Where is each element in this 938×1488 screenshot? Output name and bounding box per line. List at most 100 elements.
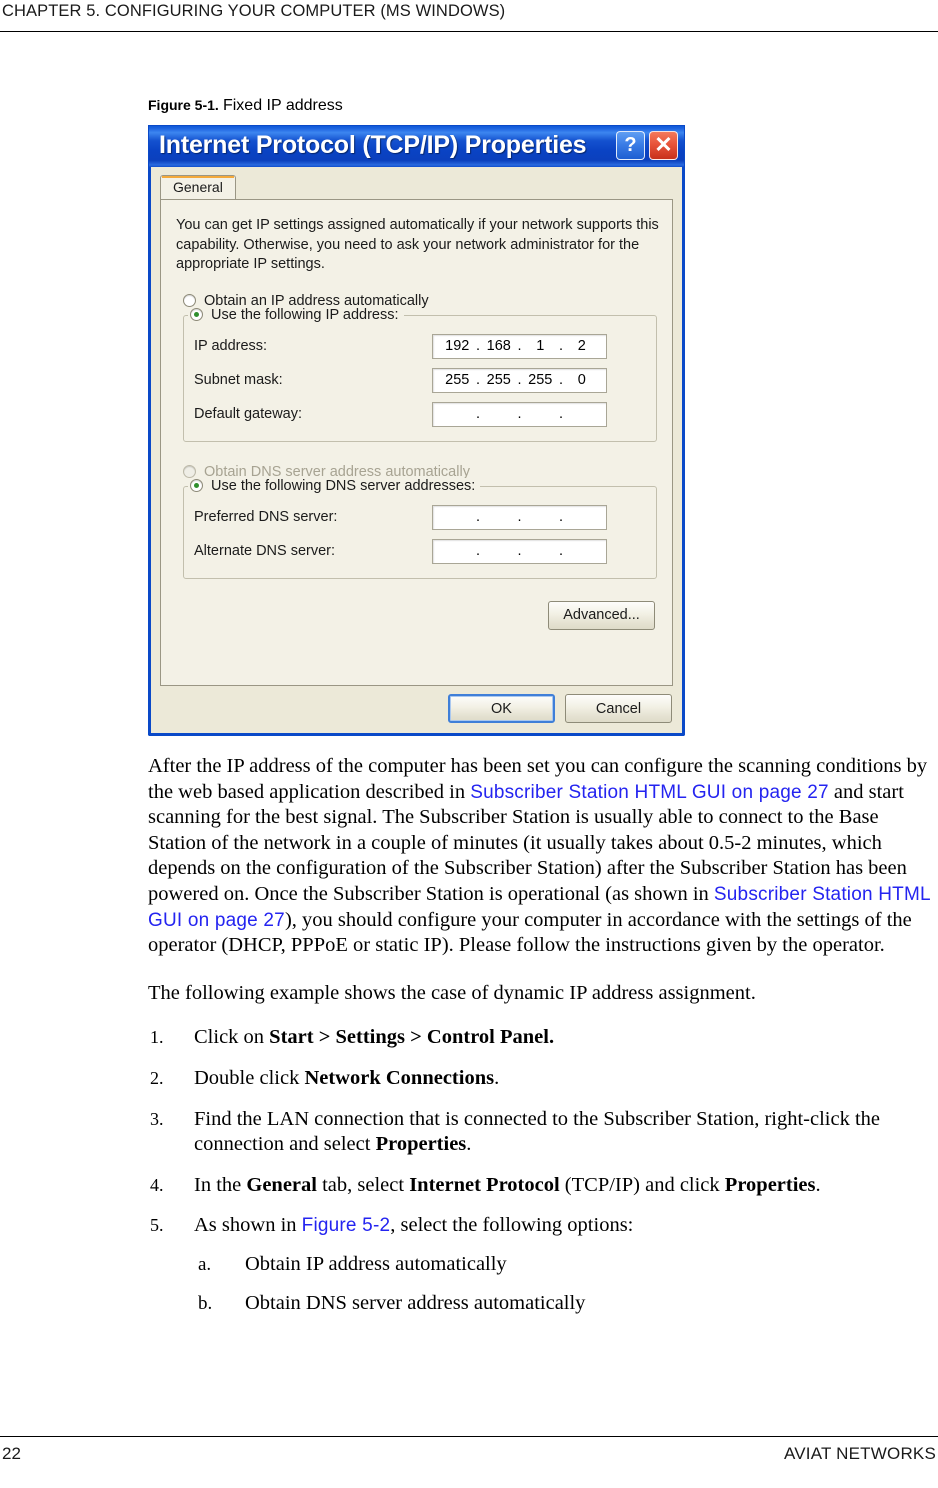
- figure-title: Fixed IP address: [222, 97, 343, 114]
- step-segment-bold: Internet Protocol: [409, 1173, 560, 1196]
- ip-separator: .: [517, 509, 522, 525]
- dialog-footer-buttons: OK Cancel: [448, 694, 672, 723]
- cancel-button-label: Cancel: [595, 700, 642, 717]
- substep-marker: a.: [198, 1253, 212, 1275]
- ip-separator: .: [475, 406, 481, 422]
- radio-button-disabled-icon: [183, 465, 196, 478]
- default-gateway-label: Default gateway:: [194, 406, 303, 422]
- list-item: 5. As shown in Figure 5-2, select the fo…: [148, 1213, 935, 1239]
- subnet-mask-input[interactable]: 255. 255. 255. 0: [432, 367, 607, 393]
- step-segment: Click on: [194, 1026, 270, 1049]
- page-content: Figure 5-1. Fixed IP address Internet Pr…: [148, 95, 935, 1329]
- group-use-following-dns: Use the following DNS server addresses: …: [183, 477, 657, 579]
- step-text: Double click Network Connections.: [194, 1067, 499, 1089]
- radio-use-following-dns-label: Use the following DNS server addresses:: [211, 477, 476, 494]
- radio-use-following-ip-label: Use the following IP address:: [211, 306, 399, 323]
- company-name: AVIAT NETWORKS: [783, 1444, 936, 1463]
- ok-button[interactable]: OK: [448, 694, 555, 723]
- step-segment: (TCP/IP) and click: [559, 1173, 725, 1196]
- list-item: 4. In the General tab, select Internet P…: [148, 1173, 935, 1199]
- advanced-button[interactable]: Advanced...: [548, 600, 655, 630]
- tab-general[interactable]: General: [160, 175, 236, 199]
- ip-separator: .: [558, 406, 564, 422]
- radio-use-following-ip[interactable]: Use the following IP address:: [188, 306, 404, 323]
- list-item: 2. Double click Network Connections.: [148, 1066, 935, 1092]
- field-ip-address: IP address: 192. 168. 1. 2: [194, 333, 646, 359]
- cancel-button[interactable]: Cancel: [565, 694, 672, 723]
- field-default-gateway: Default gateway: . . .: [194, 401, 646, 427]
- alternate-dns-label: Alternate DNS server:: [194, 543, 336, 559]
- step-segment-bold: Start > Settings > Control Panel.: [269, 1026, 555, 1049]
- subnet-mask-label: Subnet mask:: [194, 372, 283, 388]
- radio-use-following-dns[interactable]: Use the following DNS server addresses:: [188, 477, 481, 494]
- dialog-titlebar: Internet Protocol (TCP/IP) Properties ? …: [148, 125, 685, 167]
- step-text: As shown in Figure 5-2, select the follo…: [194, 1214, 633, 1236]
- step-text: Find the LAN connection that is connecte…: [194, 1108, 880, 1156]
- step-segment: Find the LAN connection that is connecte…: [194, 1107, 881, 1156]
- step-marker: 5.: [150, 1215, 164, 1236]
- step-segment-bold: Properties: [375, 1133, 467, 1156]
- ip-octet-1: 192: [445, 338, 470, 354]
- figure-caption: Figure 5-1. Fixed IP address: [148, 95, 935, 116]
- ip-address-input[interactable]: 192. 168. 1. 2: [432, 333, 607, 359]
- radio-button-icon: [183, 294, 196, 307]
- paragraph-after-ip-address: After the IP address of the computer has…: [148, 754, 935, 959]
- close-icon[interactable]: ✕: [649, 131, 678, 160]
- ip-separator: .: [517, 543, 522, 559]
- help-icon[interactable]: ?: [616, 131, 645, 160]
- xref-subscriber-station-html-gui-1[interactable]: Subscriber Station HTML GUI on page 27: [470, 782, 829, 803]
- ip-octet-2: 168: [486, 338, 511, 354]
- step-segment-bold: General: [246, 1173, 317, 1196]
- footer-divider: [0, 1436, 938, 1437]
- ip-separator: .: [558, 509, 564, 525]
- step-text: In the General tab, select Internet Prot…: [194, 1174, 821, 1196]
- dialog-title: Internet Protocol (TCP/IP) Properties: [159, 131, 587, 159]
- step-segment: , select the following options:: [390, 1214, 634, 1237]
- paragraph-dynamic-ip-intro: The following example shows the case of …: [148, 981, 756, 1004]
- subnet-octet-1: 255: [445, 372, 470, 388]
- chapter-title: CHAPTER 5. CONFIGURING YOUR COMPUTER (MS…: [2, 2, 506, 20]
- alternate-dns-input[interactable]: . . .: [432, 538, 607, 564]
- step-segment-bold: Network Connections: [304, 1066, 495, 1089]
- radio-button-selected-icon: [190, 479, 203, 492]
- running-header: CHAPTER 5. CONFIGURING YOUR COMPUTER (MS…: [0, 0, 938, 34]
- advanced-button-row: Advanced...: [174, 600, 655, 630]
- subnet-octet-4: 0: [577, 372, 586, 388]
- step-segment: Double click: [194, 1066, 305, 1089]
- page-footer: 22 AVIAT NETWORKS: [0, 1436, 938, 1476]
- close-glyph: ✕: [654, 131, 673, 157]
- xref-figure-5-2[interactable]: Figure 5-2: [302, 1215, 391, 1236]
- subnet-octet-3: 255: [528, 372, 553, 388]
- tcpip-properties-dialog: Internet Protocol (TCP/IP) Properties ? …: [148, 125, 685, 736]
- preferred-dns-input[interactable]: . . .: [432, 504, 607, 530]
- substeps-wrapper: a. Obtain IP address automatically b. Ob…: [198, 1252, 935, 1316]
- step-text: Click on Start > Settings > Control Pane…: [194, 1026, 554, 1048]
- group-use-following-ip: Use the following IP address: IP address…: [183, 306, 657, 442]
- list-item: 3. Find the LAN connection that is conne…: [148, 1107, 935, 1158]
- ip-address-label: IP address:: [194, 338, 268, 354]
- field-subnet-mask: Subnet mask: 255. 255. 255. 0: [194, 367, 646, 393]
- help-glyph: ?: [624, 134, 637, 156]
- list-item: b. Obtain DNS server address automatical…: [198, 1291, 935, 1317]
- step-marker: 4.: [150, 1174, 164, 1195]
- default-gateway-input[interactable]: . . .: [432, 401, 607, 427]
- substep-text: Obtain DNS server address automatically: [245, 1291, 586, 1314]
- step-segment: As shown in: [194, 1214, 302, 1237]
- step-segment: In the: [194, 1173, 247, 1196]
- preferred-dns-label: Preferred DNS server:: [194, 509, 338, 525]
- advanced-button-label: Advanced...: [563, 607, 640, 623]
- step-segment-bold: Properties: [724, 1173, 816, 1196]
- step-marker: 3.: [150, 1108, 164, 1129]
- dialog-tabstrip: General: [160, 175, 673, 200]
- ip-separator: .: [475, 543, 481, 559]
- step-marker: 2.: [150, 1067, 164, 1088]
- tab-general-label: General: [173, 179, 223, 195]
- substep-marker: b.: [198, 1292, 213, 1314]
- substep-text: Obtain IP address automatically: [245, 1252, 507, 1275]
- ip-separator: .: [558, 543, 564, 559]
- ip-separator: .: [475, 509, 481, 525]
- header-divider: [0, 31, 938, 32]
- field-preferred-dns: Preferred DNS server: . . .: [194, 504, 646, 530]
- ip-octet-3: 1: [536, 338, 545, 354]
- field-alternate-dns: Alternate DNS server: . . .: [194, 538, 646, 564]
